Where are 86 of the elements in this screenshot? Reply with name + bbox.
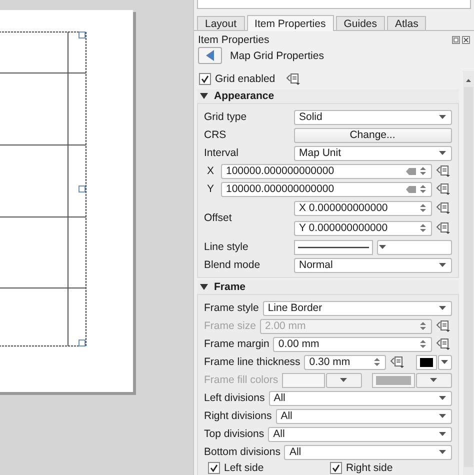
caret-icon[interactable] bbox=[439, 306, 446, 310]
axis-label: X bbox=[207, 165, 216, 177]
field-label: Line style bbox=[204, 241, 250, 253]
number-field[interactable]: 0.30 mm bbox=[304, 354, 386, 370]
checkbox-label: Right side bbox=[346, 462, 393, 474]
change-button[interactable]: Change... bbox=[294, 128, 452, 142]
data-defined-icon[interactable] bbox=[436, 202, 450, 214]
number-field[interactable]: 100000.000000000000 bbox=[221, 164, 432, 178]
number-field: 2.00 mm bbox=[260, 318, 432, 334]
back-arrow-icon bbox=[206, 50, 214, 61]
dropdown[interactable]: All bbox=[268, 426, 452, 442]
caret-icon[interactable] bbox=[439, 450, 446, 454]
field-label: Grid type bbox=[204, 111, 248, 123]
checkmark-icon bbox=[201, 75, 209, 83]
section-header[interactable]: Appearance bbox=[197, 89, 459, 103]
dropdown[interactable]: Normal bbox=[294, 258, 452, 272]
caret-icon[interactable] bbox=[441, 360, 448, 364]
field-label: Bottom divisions bbox=[204, 446, 280, 458]
data-defined-icon[interactable] bbox=[436, 165, 450, 177]
caret-icon[interactable] bbox=[439, 115, 446, 119]
spinner-icon[interactable] bbox=[420, 223, 426, 233]
tab[interactable]: Item Properties bbox=[246, 15, 334, 31]
color-button[interactable] bbox=[416, 354, 437, 370]
panel-subtitle: Map Grid Properties bbox=[230, 50, 324, 62]
number-field[interactable]: 100000.000000000000 bbox=[221, 182, 432, 196]
dropdown[interactable]: All bbox=[284, 444, 452, 460]
tab[interactable]: Layout bbox=[197, 16, 245, 30]
scrollbar[interactable] bbox=[463, 71, 474, 475]
caret-icon[interactable] bbox=[439, 432, 446, 436]
number-field[interactable]: 0.00 mm bbox=[273, 336, 432, 352]
expand-arrow-icon[interactable] bbox=[200, 93, 208, 99]
caret-icon[interactable] bbox=[379, 245, 386, 249]
data-defined-icon[interactable] bbox=[436, 338, 450, 350]
field-label: Left divisions bbox=[204, 392, 265, 404]
dropdown[interactable]: Map Unit bbox=[294, 146, 452, 160]
section-header[interactable]: Frame bbox=[197, 280, 459, 294]
caret-icon[interactable] bbox=[439, 263, 446, 267]
field-label: Offset bbox=[204, 212, 233, 224]
line-style-button[interactable] bbox=[294, 240, 373, 254]
float-icon[interactable] bbox=[452, 36, 460, 44]
close-icon[interactable] bbox=[462, 36, 470, 44]
field-label: CRS bbox=[204, 129, 228, 141]
caret-icon[interactable] bbox=[439, 396, 446, 400]
field-label: Frame margin bbox=[204, 338, 270, 350]
expand-arrow-icon[interactable] bbox=[200, 284, 208, 290]
dropdown[interactable]: All bbox=[276, 408, 452, 424]
data-defined-icon[interactable] bbox=[390, 356, 404, 368]
checkbox-label: Left side bbox=[224, 462, 264, 474]
spinner-icon[interactable] bbox=[420, 184, 426, 194]
field-label: Interval bbox=[204, 147, 240, 159]
spinner-icon[interactable] bbox=[420, 203, 426, 213]
field-label: Frame style bbox=[204, 302, 259, 314]
dropdown[interactable]: Line Border bbox=[262, 300, 452, 316]
clear-icon[interactable] bbox=[406, 168, 416, 174]
spinner-icon[interactable] bbox=[374, 357, 380, 367]
dock-title: Item Properties bbox=[198, 34, 270, 46]
checkbox[interactable] bbox=[330, 462, 342, 474]
field-label: Right divisions bbox=[204, 410, 272, 422]
dropdown[interactable]: All bbox=[268, 390, 452, 406]
checkbox[interactable] bbox=[199, 73, 211, 85]
dropdown[interactable]: Solid bbox=[294, 110, 452, 124]
number-field[interactable]: X 0.000000000000 bbox=[294, 200, 432, 216]
tab[interactable]: Atlas bbox=[387, 16, 426, 30]
checkmark-icon bbox=[210, 464, 218, 472]
clear-icon[interactable] bbox=[406, 186, 416, 192]
data-defined-icon[interactable] bbox=[286, 73, 300, 85]
field-label: Top divisions bbox=[204, 428, 264, 440]
field-label: Frame size bbox=[204, 320, 256, 332]
number-field[interactable]: Y 0.000000000000 bbox=[294, 220, 432, 236]
checkbox-label: Grid enabled bbox=[215, 73, 276, 85]
field-label: Blend mode bbox=[204, 259, 262, 271]
line-sample-icon bbox=[298, 246, 369, 248]
tab[interactable]: Guides bbox=[336, 16, 386, 30]
axis-label: Y bbox=[207, 183, 216, 195]
data-defined-icon[interactable] bbox=[436, 183, 450, 195]
field-label: Frame fill colors bbox=[204, 374, 278, 386]
dropdown-arrow-button[interactable] bbox=[438, 354, 452, 370]
checkmark-icon bbox=[332, 464, 340, 472]
data-defined-icon[interactable] bbox=[436, 222, 450, 234]
caret-icon[interactable] bbox=[439, 151, 446, 155]
back-button[interactable] bbox=[198, 47, 222, 64]
spinner-icon[interactable] bbox=[420, 166, 426, 176]
caret-icon[interactable] bbox=[439, 414, 446, 418]
spinner-icon[interactable] bbox=[420, 339, 426, 349]
checkbox[interactable] bbox=[208, 462, 220, 474]
field-label: Frame line thickness bbox=[204, 356, 300, 368]
